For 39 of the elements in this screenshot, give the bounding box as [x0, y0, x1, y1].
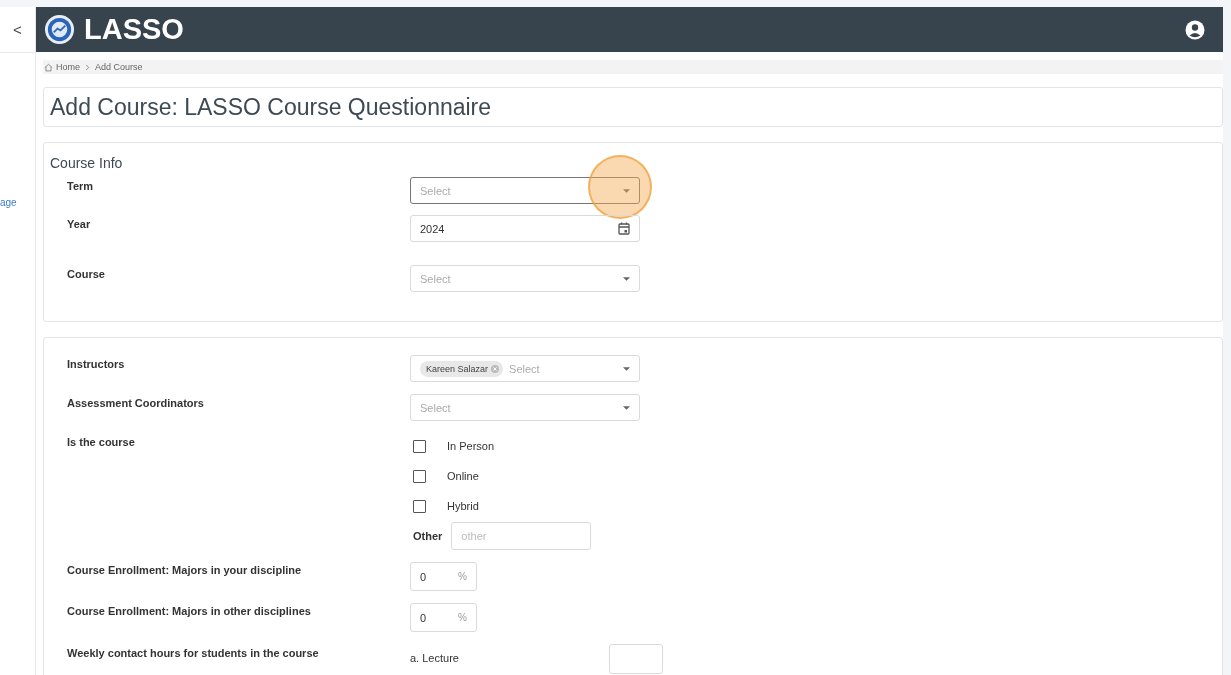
field-label: Course — [66, 267, 106, 280]
checkbox[interactable] — [413, 499, 426, 513]
field-label: Assessment Coordinators — [66, 396, 205, 409]
caret-icon — [623, 276, 630, 281]
chevron-icon — [85, 63, 90, 71]
caret-icon — [623, 405, 630, 410]
breadcrumb-link[interactable]: Home — [56, 62, 80, 72]
logo-icon — [44, 14, 75, 45]
user-icon[interactable] — [1185, 19, 1205, 40]
field-label: Is the course — [66, 435, 136, 448]
caret-icon — [623, 188, 630, 193]
checkbox[interactable] — [413, 469, 426, 483]
field-label: Weekly contact hours for students in the course — [66, 646, 320, 659]
checkbox-label: Online — [447, 470, 479, 482]
sidebar-link[interactable]: age — [0, 197, 35, 208]
breadcrumb-link[interactable]: Add Course — [95, 62, 143, 72]
field-label: Course Enrollment: Majors in your discipline — [66, 563, 303, 576]
field-label: Instructors — [66, 357, 126, 370]
field-label: Course Enrollment: Majors in other disciplines — [66, 604, 312, 617]
page-title: Add Course: LASSO Course Questionnaire — [50, 93, 492, 121]
other-label: Other — [413, 530, 443, 542]
name-chip[interactable]: Kareen Salazar — [420, 360, 504, 377]
field-label: Term — [66, 179, 95, 192]
percent-field[interactable]: 0 % — [410, 562, 477, 591]
other-input[interactable]: other — [451, 522, 592, 550]
checkbox-label: In Person — [447, 440, 495, 452]
lecture-label: a. Lecture — [410, 651, 460, 664]
select-field[interactable]: Kareen Salazar Select — [410, 355, 640, 382]
hours-input[interactable] — [609, 644, 663, 674]
date-field[interactable]: 2024 — [410, 215, 640, 242]
calendar-icon[interactable] — [618, 222, 630, 235]
checkbox-label: Hybrid — [447, 500, 479, 512]
app-title: LASSO — [84, 13, 184, 46]
percent-field[interactable]: 0 % — [410, 603, 477, 632]
section-heading: Course Info — [50, 155, 124, 171]
collapse-button[interactable]: < — [11, 21, 24, 38]
caret-icon — [623, 366, 630, 371]
field-label: Year — [66, 217, 92, 230]
checkbox[interactable] — [413, 439, 426, 453]
